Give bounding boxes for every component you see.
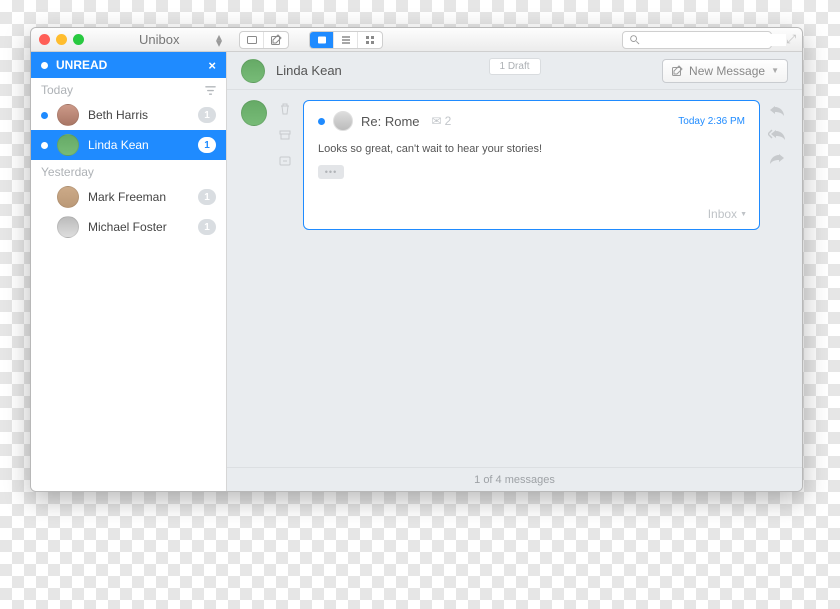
conversation-pane: Linda Kean 1 Draft New Message ▼ — [227, 52, 802, 491]
forward-icon[interactable] — [769, 152, 785, 164]
sidebar-filter-unread[interactable]: UNREAD × — [31, 52, 226, 78]
fullscreen-icon[interactable]: ⤢ — [786, 32, 796, 47]
avatar — [57, 104, 79, 126]
chevron-down-icon: ▼ — [771, 66, 779, 75]
thread-icon: ✉ — [432, 114, 442, 128]
contact-name: Beth Harris — [88, 108, 198, 122]
compose-icon — [671, 65, 683, 77]
app-title: Unibox — [139, 32, 179, 47]
conversation-header: Linda Kean 1 Draft New Message ▼ — [227, 52, 802, 90]
contact-row[interactable]: Mark Freeman 1 — [31, 182, 226, 212]
count-badge: 1 — [198, 189, 216, 205]
section-label: Today — [41, 83, 73, 97]
message-card[interactable]: Re: Rome ✉ 2 Today 2:36 PM Looks so grea… — [303, 100, 760, 230]
expand-quoted-button[interactable]: ••• — [318, 165, 344, 179]
contact-name: Linda Kean — [88, 138, 198, 152]
window-controls — [39, 34, 84, 45]
view-list-button[interactable] — [334, 32, 358, 48]
move-icon[interactable] — [278, 154, 292, 168]
close-window-button[interactable] — [39, 34, 50, 45]
sidebar: UNREAD × Today Beth Harris 1 Linda Kean … — [31, 52, 227, 491]
avatar — [57, 186, 79, 208]
message-thread: Re: Rome ✉ 2 Today 2:36 PM Looks so grea… — [227, 90, 802, 467]
avatar — [241, 59, 265, 83]
archive-icon[interactable] — [278, 128, 292, 142]
delete-icon[interactable] — [278, 102, 292, 116]
search-input[interactable] — [644, 34, 786, 46]
count-badge: 1 — [198, 107, 216, 123]
message-actions-right — [766, 104, 788, 457]
refresh-button[interactable] — [240, 32, 264, 48]
account-stepper[interactable]: ▴▾ — [211, 32, 227, 48]
unread-dot-icon — [41, 62, 48, 69]
count-badge: 1 — [198, 219, 216, 235]
message-body: Looks so great, can't wait to hear your … — [318, 143, 745, 155]
unread-label: UNREAD — [56, 58, 107, 72]
section-header-yesterday: Yesterday — [31, 160, 226, 182]
unread-dot-icon — [41, 142, 48, 149]
avatar — [241, 100, 267, 126]
compose-button[interactable] — [264, 32, 288, 48]
message-actions-left — [275, 102, 295, 457]
search-icon — [629, 34, 640, 45]
contact-name: Michael Foster — [88, 220, 198, 234]
toolbar-group-view — [309, 31, 383, 49]
view-grid-button[interactable] — [358, 32, 382, 48]
toolbar-group-actions — [239, 31, 289, 49]
filter-icon[interactable] — [205, 85, 216, 96]
unread-dot-icon — [318, 118, 325, 125]
titlebar: Unibox ▴▾ ⤢ — [31, 28, 802, 52]
close-icon[interactable]: × — [208, 58, 216, 73]
message-subject: Re: Rome — [361, 114, 420, 129]
reply-icon[interactable] — [769, 104, 785, 116]
thread-count: ✉ 2 — [432, 114, 452, 128]
app-window: Unibox ▴▾ ⤢ — [30, 27, 803, 492]
contact-name: Mark Freeman — [88, 190, 198, 204]
avatar — [57, 134, 79, 156]
avatar — [333, 111, 353, 131]
message-header: Re: Rome ✉ 2 Today 2:36 PM — [318, 111, 745, 131]
avatar — [57, 216, 79, 238]
unread-dot-icon — [41, 112, 48, 119]
draft-indicator[interactable]: 1 Draft — [488, 58, 540, 75]
message-timestamp: Today 2:36 PM — [678, 116, 745, 127]
contact-row[interactable]: Beth Harris 1 — [31, 100, 226, 130]
contact-row[interactable]: Linda Kean 1 — [31, 130, 226, 160]
minimize-window-button[interactable] — [56, 34, 67, 45]
message-folder[interactable]: Inbox ▼ — [708, 207, 747, 221]
chevron-down-icon: ▼ — [740, 211, 747, 218]
new-message-label: New Message — [689, 64, 765, 78]
section-header-today: Today — [31, 78, 226, 100]
reply-all-icon[interactable] — [768, 128, 786, 140]
new-message-button[interactable]: New Message ▼ — [662, 59, 788, 83]
count-badge: 1 — [198, 137, 216, 153]
view-card-button[interactable] — [310, 32, 334, 48]
section-label: Yesterday — [41, 165, 94, 179]
search-field[interactable] — [622, 31, 772, 49]
contact-row[interactable]: Michael Foster 1 — [31, 212, 226, 242]
conversation-title: Linda Kean — [276, 63, 342, 78]
conversation-footer: 1 of 4 messages — [227, 467, 802, 491]
zoom-window-button[interactable] — [73, 34, 84, 45]
